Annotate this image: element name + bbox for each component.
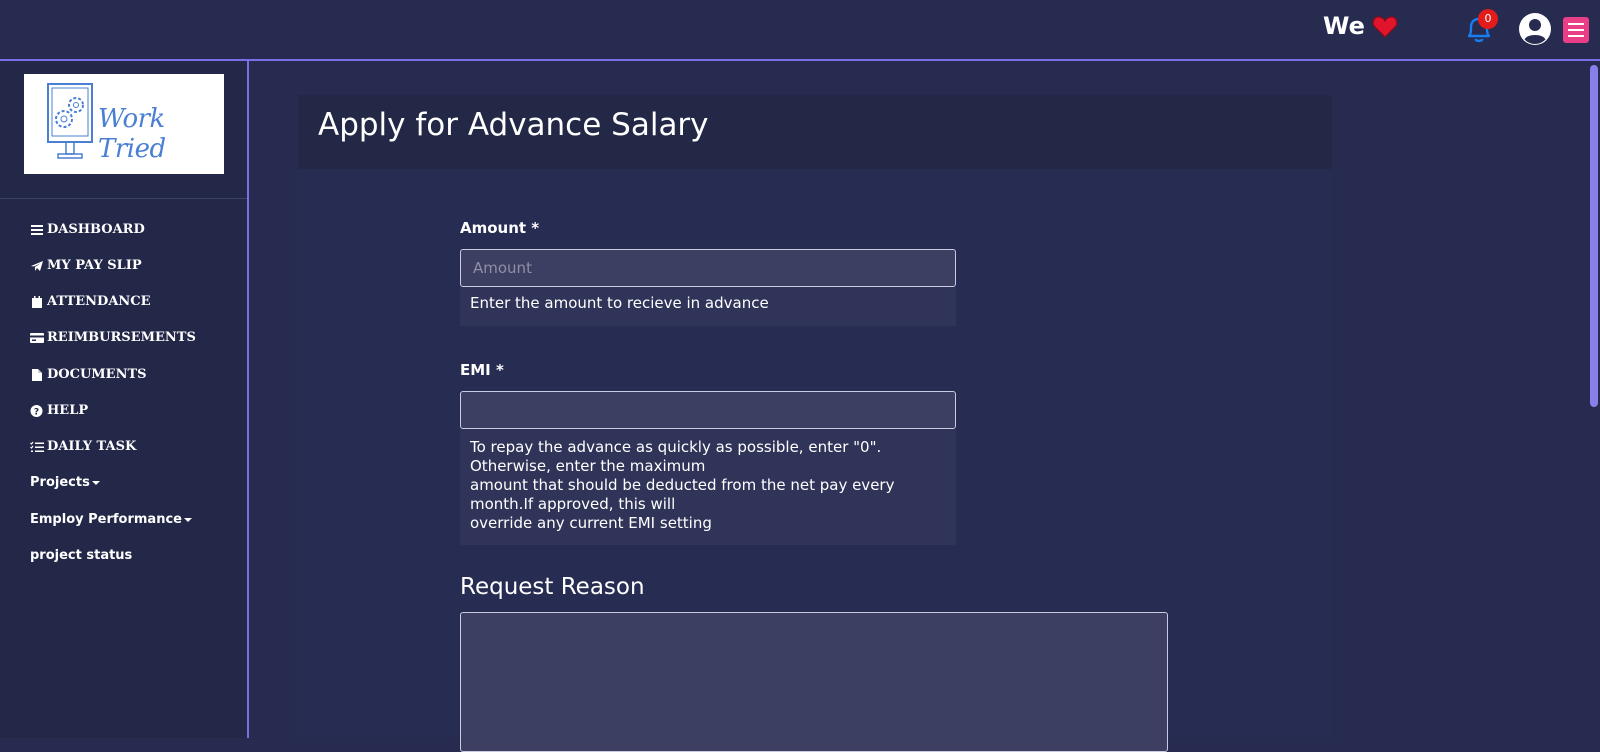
- amount-label: Amount *: [460, 219, 540, 237]
- request-reason-title: Request Reason: [460, 574, 645, 600]
- caret-down-icon: [183, 517, 192, 522]
- emi-label: EMI *: [460, 361, 504, 379]
- request-reason-textarea[interactable]: [460, 612, 1168, 752]
- task-list-icon: [30, 441, 44, 452]
- sidebar-item-label: project status: [30, 548, 133, 563]
- logo-text: Work Tried: [98, 104, 166, 164]
- sidebar-item-label: Employ Performance: [30, 512, 182, 527]
- file-icon: [32, 368, 42, 381]
- sidebar-item-help[interactable]: ? HELP: [30, 403, 88, 418]
- sidebar: Work Tried DASHBOARD MY PAY SLIP ATTENDA…: [0, 61, 249, 738]
- sidebar-item-projects[interactable]: Projects: [30, 475, 100, 490]
- notification-count-badge: 0: [1478, 9, 1498, 29]
- caret-down-icon: [91, 480, 100, 485]
- logo[interactable]: Work Tried: [24, 74, 224, 174]
- sidebar-item-daily-task[interactable]: DAILY TASK: [30, 439, 136, 454]
- sidebar-item-my-pay-slip[interactable]: MY PAY SLIP: [30, 258, 142, 273]
- sidebar-item-project-status[interactable]: project status: [30, 548, 132, 563]
- sidebar-item-label: DASHBOARD: [47, 222, 145, 237]
- menu-line: [1568, 29, 1584, 31]
- sidebar-item-label: REIMBURSEMENTS: [47, 330, 196, 345]
- heart-icon: [1372, 16, 1398, 38]
- svg-text:?: ?: [34, 407, 39, 417]
- card-header: Apply for Advance Salary: [298, 95, 1332, 169]
- we-love-text: We: [1323, 12, 1365, 40]
- bars-icon: [31, 224, 43, 235]
- emi-help-text: To repay the advance as quickly as possi…: [460, 429, 956, 545]
- sidebar-item-label: HELP: [47, 403, 89, 418]
- sidebar-divider: [0, 198, 247, 199]
- question-circle-icon: ?: [30, 404, 43, 417]
- sidebar-item-attendance[interactable]: ATTENDANCE: [30, 294, 151, 309]
- emi-help-line: To repay the advance as quickly as possi…: [470, 438, 882, 456]
- sidebar-item-label: DAILY TASK: [47, 439, 137, 454]
- calendar-icon: [32, 295, 42, 308]
- emi-help-line: month.If approved, this will: [470, 495, 676, 513]
- sidebar-item-label: ATTENDANCE: [47, 294, 151, 309]
- scrollbar-thumb[interactable]: [1590, 65, 1598, 407]
- page-title: Apply for Advance Salary: [318, 107, 709, 143]
- sidebar-item-employ-performance[interactable]: Employ Performance: [30, 512, 192, 527]
- top-bar: We 0: [0, 0, 1600, 61]
- monitor-gear-icon: [47, 83, 93, 159]
- credit-card-icon: [30, 332, 44, 343]
- sidebar-item-reimbursements[interactable]: REIMBURSEMENTS: [30, 330, 196, 345]
- page-scrollbar[interactable]: [1588, 61, 1600, 738]
- sidebar-item-label: Projects: [30, 475, 90, 490]
- emi-help-line: amount that should be deducted from the …: [470, 476, 895, 494]
- emi-help-line: override any current EMI setting: [470, 514, 712, 532]
- menu-line: [1568, 23, 1584, 25]
- menu-line: [1568, 35, 1584, 37]
- amount-input[interactable]: [460, 249, 956, 287]
- hamburger-menu-button[interactable]: [1563, 17, 1589, 43]
- sidebar-item-dashboard[interactable]: DASHBOARD: [30, 222, 145, 237]
- user-avatar-icon[interactable]: [1518, 12, 1552, 46]
- sidebar-item-documents[interactable]: DOCUMENTS: [30, 367, 147, 382]
- sidebar-item-label: DOCUMENTS: [47, 367, 147, 382]
- amount-help-text: Enter the amount to recieve in advance: [460, 287, 956, 326]
- paper-plane-icon: [31, 260, 43, 271]
- emi-help-line: Otherwise, enter the maximum: [470, 457, 706, 475]
- emi-input[interactable]: [460, 391, 956, 429]
- sidebar-item-label: MY PAY SLIP: [47, 258, 142, 273]
